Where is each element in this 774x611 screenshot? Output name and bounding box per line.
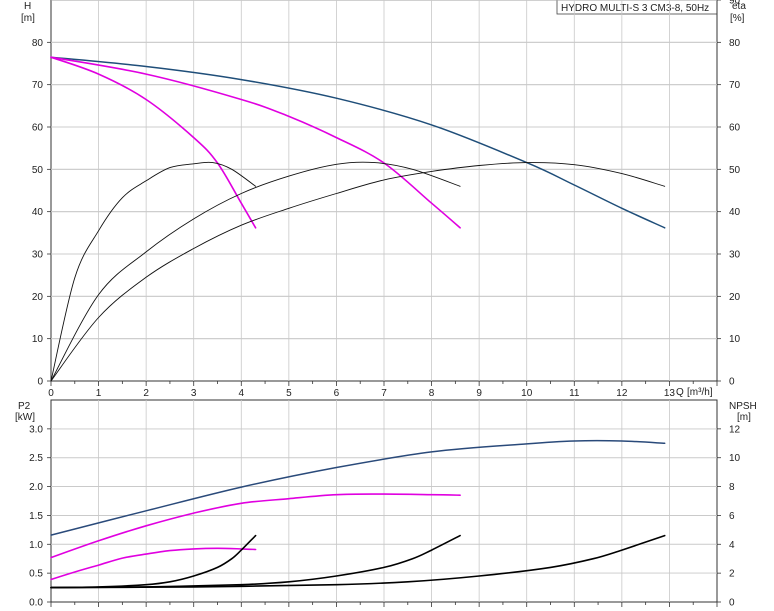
series-line — [50, 493, 461, 559]
y2-tick-label: 8 — [729, 482, 735, 493]
x-tick-label: 3 — [191, 388, 197, 399]
y2-tick-label: 12 — [729, 424, 741, 435]
chart-title-box: HYDRO MULTI-S 3 CM3-8, 50Hz — [556, 0, 718, 15]
bottom-y-unit: [kW] — [15, 412, 35, 423]
y2-tick-label: 50 — [729, 165, 741, 176]
x-tick-label: 1 — [96, 388, 102, 399]
x-tick-label: 10 — [521, 388, 533, 399]
top-y2-unit: [%] — [730, 13, 745, 24]
series-line — [50, 534, 257, 589]
series-line — [50, 56, 257, 229]
chart-title: HYDRO MULTI-S 3 CM3-8, 50Hz — [561, 3, 709, 14]
y-tick-label: 70 — [32, 80, 44, 91]
x-tick-label: 8 — [429, 388, 435, 399]
y-tick-label: 3.0 — [29, 424, 43, 435]
y-tick-label: 50 — [32, 165, 44, 176]
bottom-y-label: P2 — [18, 401, 31, 412]
x-tick-label: 6 — [334, 388, 340, 399]
y-tick-label: 0.0 — [29, 598, 43, 609]
y-tick-label: 0.5 — [29, 569, 43, 580]
series-line — [50, 534, 666, 589]
y2-tick-label: 4 — [729, 540, 735, 551]
pump-performance-chart: HYDRO MULTI-S 3 CM3-8, 50Hz H [m] eta [%… — [15, 0, 757, 609]
y-tick-label: 0 — [37, 377, 43, 388]
top-x-unit: [m³/h] — [687, 387, 713, 398]
x-tick-label: 13 — [664, 388, 676, 399]
y-tick-label: 2.0 — [29, 482, 43, 493]
y-tick-label: 20 — [32, 292, 44, 303]
y-tick-label: 40 — [32, 207, 44, 218]
y2-tick-label: 30 — [729, 250, 741, 261]
bottom-y2-label: NPSH — [729, 401, 757, 412]
x-tick-label: 5 — [286, 388, 292, 399]
y2-tick-label: 80 — [729, 38, 741, 49]
bottom-y2-unit: [m] — [737, 412, 751, 423]
y2-tick-label: 70 — [729, 80, 741, 91]
series-line — [50, 161, 461, 382]
y-tick-label: 2.5 — [29, 453, 43, 464]
power-npsh-plot: 0.0 0.5 1.0 1.5 2.0 2.5 3.0 0 2 4 6 8 10 12 — [29, 399, 741, 609]
x-tick-label: 12 — [616, 388, 628, 399]
series-line — [50, 161, 257, 382]
x-tick-label: 11 — [569, 388, 580, 399]
y-tick-label: 1.5 — [29, 511, 43, 522]
top-y-label: H — [24, 1, 31, 12]
x-tick-label: 4 — [239, 388, 245, 399]
y-tick-label: 80 — [32, 38, 44, 49]
x-tick-label: 0 — [48, 388, 54, 399]
series-line — [50, 439, 666, 536]
top-x-label: Q — [676, 387, 684, 398]
y2-tick-label: 2 — [729, 569, 735, 580]
y2-tick-label: 10 — [729, 453, 741, 464]
y2-tick-label: 60 — [729, 123, 741, 134]
x-tick-label: 2 — [143, 388, 149, 399]
y2-tick-label: 40 — [729, 207, 741, 218]
y-tick-label: 1.0 — [29, 540, 43, 551]
top-y-unit: [m] — [21, 13, 35, 24]
x-tick-label: 9 — [476, 388, 482, 399]
y-tick-label: 30 — [32, 250, 44, 261]
y2-tick-label: 6 — [729, 511, 735, 522]
y2-tick-label: 0 — [729, 598, 735, 609]
y-tick-label: 10 — [32, 334, 44, 345]
head-efficiency-plot: 0 1 2 3 4 5 6 7 8 9 10 11 12 130102030405060708001020… — [32, 0, 741, 399]
y2-tick-label: 90 — [729, 0, 741, 7]
y2-tick-label: 20 — [729, 292, 741, 303]
y2-tick-label: 10 — [729, 334, 741, 345]
y-tick-label: 60 — [32, 123, 44, 134]
series-line — [50, 162, 666, 382]
x-tick-label: 7 — [381, 388, 387, 399]
y2-tick-label: 0 — [729, 377, 735, 388]
series-line — [50, 56, 461, 229]
series-line — [50, 56, 666, 229]
